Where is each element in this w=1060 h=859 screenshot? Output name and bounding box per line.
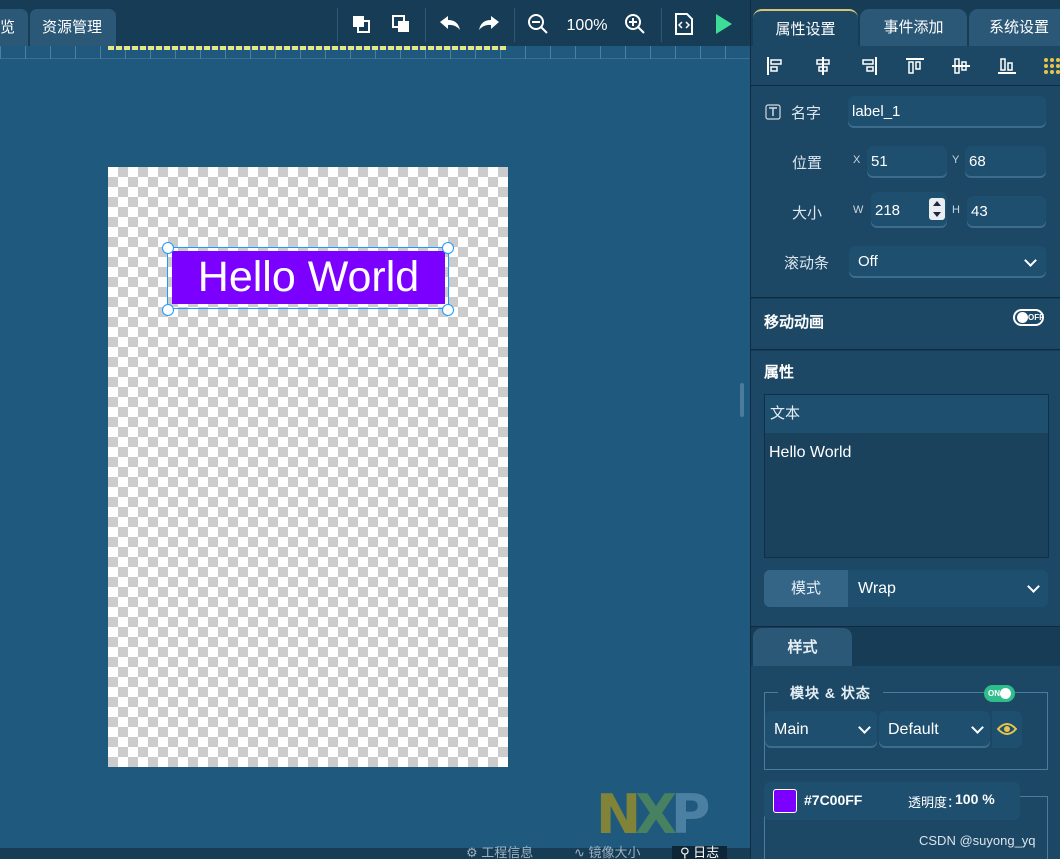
x-axis-label: X: [853, 154, 861, 166]
text-editor-content[interactable]: Hello World: [765, 433, 1048, 473]
attributes-title: 属性: [764, 364, 795, 381]
text-editor[interactable]: 文本 Hello World: [764, 394, 1049, 558]
design-screen[interactable]: Hello World: [108, 167, 508, 767]
state-select[interactable]: Default: [879, 711, 990, 748]
toggle-knob: [1000, 688, 1011, 699]
height-input[interactable]: 43: [967, 196, 1046, 228]
w-axis-label: W: [853, 204, 864, 216]
x-input[interactable]: 51: [867, 146, 947, 178]
mode-select[interactable]: Wrap: [848, 570, 1048, 607]
more-grid-icon[interactable]: [1043, 56, 1060, 76]
resize-handle-bottom-left[interactable]: [162, 304, 174, 316]
properties-panel: 属性设置 事件添加 系统设置 名字 label_1 位置 X 51 Y 68 大…: [750, 0, 1060, 859]
panel-splitter-handle[interactable]: [740, 383, 744, 417]
text-editor-header: 文本: [765, 395, 1048, 433]
toolbar-divider: [337, 8, 338, 42]
chevron-down-icon: [858, 721, 871, 734]
align-left-icon[interactable]: [765, 56, 785, 76]
zoom-in-icon[interactable]: [620, 9, 650, 39]
color-swatch[interactable]: [773, 789, 797, 813]
status-bar: ⚙ 工程信息 ∿ 镜像大小 ⚲ 日志: [0, 846, 750, 859]
bring-forward-icon[interactable]: [346, 9, 376, 39]
tab-system-settings[interactable]: 系统设置: [969, 9, 1060, 46]
tab-resource-manager[interactable]: 资源管理: [30, 9, 116, 46]
chevron-down-icon: [1027, 580, 1040, 593]
toolbar-divider: [425, 8, 426, 42]
horizontal-ruler: [0, 46, 750, 59]
mode-label: 模式: [764, 570, 848, 607]
zoom-level: 100%: [566, 17, 608, 34]
part-state-toggle[interactable]: ON: [984, 685, 1015, 702]
redo-icon[interactable]: [474, 9, 504, 39]
align-toolbar: [751, 46, 1060, 86]
csdn-watermark: CSDN @suyong_yq: [919, 833, 1036, 848]
code-file-icon[interactable]: [669, 9, 699, 39]
text-type-icon: [765, 104, 781, 120]
chevron-down-icon: [1024, 254, 1037, 267]
attributes-section: 属性 文本 Hello World 模式 Wrap: [751, 351, 1060, 627]
tab-style[interactable]: 样式: [753, 628, 852, 666]
scrollbar-select[interactable]: Off: [849, 246, 1046, 278]
size-label: 大小: [792, 205, 823, 222]
gui-guider-editor: 览 资源管理 100% Hello World NXP ⚙ 工程信息 ∿ 镜像大…: [0, 0, 1060, 859]
opacity-label: 透明度：: [908, 795, 961, 810]
send-backward-icon[interactable]: [386, 9, 416, 39]
top-toolbar: 览 资源管理 100%: [0, 0, 750, 46]
align-top-icon[interactable]: [905, 56, 925, 76]
tab-properties[interactable]: 属性设置: [753, 9, 858, 46]
background-color-row[interactable]: #7C00FF 透明度： 100 %: [764, 782, 1020, 820]
toolbar-divider: [514, 8, 515, 42]
widget-properties: 名字 label_1 位置 X 51 Y 68 大小 W 218 H 43 滚动…: [751, 86, 1060, 298]
play-icon[interactable]: [708, 9, 738, 39]
name-input[interactable]: label_1: [848, 96, 1046, 128]
position-label: 位置: [792, 155, 823, 172]
part-state-group: 模块 & 状态 ON Main Default: [764, 683, 1048, 770]
y-axis-label: Y: [952, 154, 960, 166]
eye-icon: [997, 723, 1017, 735]
toggle-knob: [1017, 312, 1028, 323]
status-log[interactable]: ⚲ 日志: [672, 846, 728, 859]
part-state-legend: 模块 & 状态: [778, 683, 883, 703]
chevron-down-icon: [971, 721, 984, 734]
status-image-size[interactable]: ∿ 镜像大小: [574, 846, 641, 859]
move-animation-label: 移动动画: [764, 314, 825, 331]
status-project-info[interactable]: ⚙ 工程信息: [466, 846, 533, 859]
state-visibility-button[interactable]: [992, 711, 1022, 748]
y-input[interactable]: 68: [965, 146, 1046, 178]
align-bottom-icon[interactable]: [997, 56, 1017, 76]
tab-preview[interactable]: 览: [0, 9, 28, 46]
align-middle-v-icon[interactable]: [951, 56, 971, 76]
opacity-value[interactable]: 100 %: [955, 791, 995, 807]
resize-handle-top-right[interactable]: [442, 242, 454, 254]
scrollbar-label: 滚动条: [784, 255, 830, 272]
width-spinner[interactable]: [929, 198, 945, 220]
style-section: 模块 & 状态 ON Main Default 背景 #7C00FF 透明度： …: [751, 666, 1060, 859]
align-right-icon[interactable]: [859, 56, 879, 76]
ruler-screen-span: [108, 46, 508, 50]
nxp-logo: NXP: [596, 783, 710, 846]
part-select[interactable]: Main: [765, 711, 877, 748]
resize-handle-top-left[interactable]: [162, 242, 174, 254]
align-center-h-icon[interactable]: [813, 56, 833, 76]
color-hex[interactable]: #7C00FF: [804, 792, 862, 808]
name-label: 名字: [791, 105, 822, 122]
h-axis-label: H: [952, 204, 960, 216]
width-input[interactable]: 218: [871, 192, 947, 228]
undo-icon[interactable]: [435, 9, 465, 39]
toolbar-divider: [661, 8, 662, 42]
tab-events[interactable]: 事件添加: [860, 9, 967, 46]
resize-handle-bottom-right[interactable]: [442, 304, 454, 316]
selection-frame: [167, 247, 449, 309]
move-animation-toggle[interactable]: OFF: [1013, 309, 1044, 326]
move-animation-row: 移动动画 OFF: [751, 299, 1060, 350]
zoom-out-icon[interactable]: [523, 9, 553, 39]
